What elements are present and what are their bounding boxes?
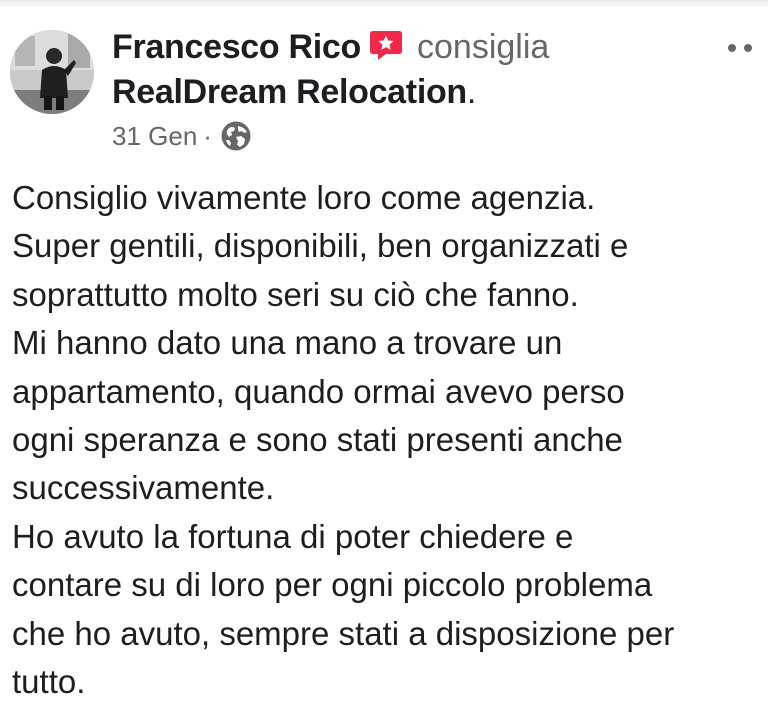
post-date[interactable]: 31 Gen: [112, 121, 197, 152]
post-text-line: Super gentili, disponibili, ben organizz…: [12, 227, 629, 265]
post-text-line: successivamente.: [12, 469, 275, 507]
post-text: Consiglio vivamente loro come agenzia. S…: [12, 174, 766, 706]
author-avatar[interactable]: [10, 30, 94, 114]
globe-icon[interactable]: [220, 120, 252, 152]
post-text-line: ogni speranza e sono stati presenti anch…: [12, 421, 623, 459]
author-name[interactable]: Francesco Rico: [112, 28, 361, 67]
avatar-photo: [10, 30, 94, 114]
recommended-page-line: RealDream Relocation .: [112, 70, 476, 114]
post-text-line: che ho avuto, sempre stati a disposizion…: [12, 614, 675, 652]
post-text-line: Mi hanno dato una mano a trovare un: [12, 324, 563, 362]
post-text-line: tutto.: [12, 663, 86, 701]
author-line: Francesco Rico consiglia: [112, 25, 549, 69]
recommendation-badge-icon: [369, 28, 403, 62]
post-text-line: soprattutto molto seri su ciò che fanno.: [12, 275, 579, 313]
meta-separator: ·: [203, 120, 212, 151]
post-text-line: appartamento, quando ormai avevo perso: [12, 372, 625, 410]
post-text-line: Consiglio vivamente loro come agenzia.: [12, 179, 596, 216]
page-name-period: .: [466, 72, 477, 111]
more-options-icon[interactable]: [724, 36, 762, 60]
post-text-line: contare su di loro per ogni piccolo prob…: [12, 566, 653, 604]
recommendation-action-text: consiglia: [417, 27, 550, 66]
post-text-line: Ho avuto la fortuna di poter chiedere e: [12, 517, 574, 555]
post-header: Francesco Rico consiglia RealDream Reloc…: [0, 0, 768, 160]
post-meta: 31 Gen ·: [112, 118, 252, 154]
recommended-page-link[interactable]: RealDream Relocation: [112, 73, 467, 112]
